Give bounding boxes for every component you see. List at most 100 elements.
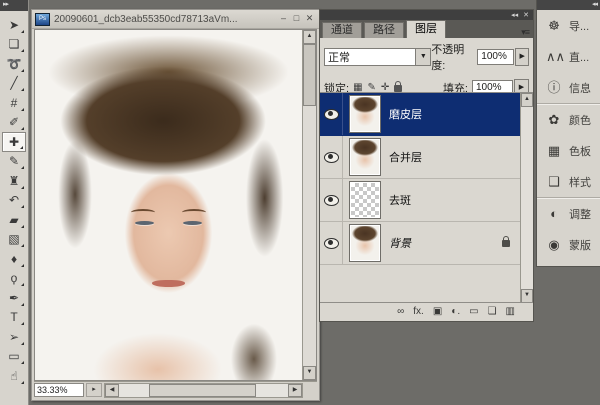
dock-label: 直... xyxy=(569,49,589,65)
panel-tab[interactable]: 路径 xyxy=(364,22,404,38)
scroll-right-button[interactable]: ▶ xyxy=(288,384,302,397)
document-window: Ps 20090601_dcb3eab55350cd78713aVm... – … xyxy=(31,9,320,401)
history-brush-tool[interactable]: ↶ xyxy=(2,191,26,211)
vertical-scroll-track[interactable] xyxy=(303,44,316,366)
info-panel[interactable]: ⓘ 信息 xyxy=(537,72,600,103)
blend-mode-select[interactable]: 正常 ▼ xyxy=(324,48,431,66)
masks-icon: ◉ xyxy=(546,238,562,251)
layer-row[interactable]: 磨皮层 xyxy=(320,93,520,136)
visibility-toggle[interactable] xyxy=(320,222,343,264)
document-body: ▲ ▼ xyxy=(34,29,317,381)
horizontal-scroll-thumb[interactable] xyxy=(149,384,256,397)
pen-tool[interactable]: ✒ xyxy=(2,288,26,308)
document-titlebar[interactable]: Ps 20090601_dcb3eab55350cd78713aVm... – … xyxy=(32,10,319,29)
tool-icon: ▭ xyxy=(8,350,19,362)
tool-icon: ➢ xyxy=(9,331,19,343)
collapse-arrows-icon[interactable]: ◂◂ xyxy=(511,12,518,19)
layer-scroll-track[interactable] xyxy=(521,107,533,289)
move-tool[interactable]: ➤ xyxy=(2,15,26,35)
dodge-tool[interactable]: ϙ xyxy=(2,269,26,289)
crop-tool[interactable]: # xyxy=(2,93,26,113)
opacity-field[interactable]: 100% xyxy=(477,49,514,65)
eyedropper-tool[interactable]: ✐ xyxy=(2,113,26,133)
panel-tab[interactable]: 通道 xyxy=(322,22,362,38)
panel-dock: ◂◂ ☸ 导... ∧∧ 直... ⓘ 信息 ✿ xyxy=(536,0,600,267)
styles-panel[interactable]: ❑ 样式 xyxy=(537,166,600,197)
close-button[interactable]: ✕ xyxy=(303,13,316,25)
healing-brush-tool[interactable]: ✚ xyxy=(2,132,26,152)
new-group-icon[interactable]: ▭ xyxy=(469,307,478,317)
zoom-level-field[interactable]: 33.33% xyxy=(34,383,84,397)
layer-style-icon[interactable]: fx. xyxy=(413,307,424,317)
navigator-panel[interactable]: ☸ 导... xyxy=(537,10,600,41)
layer-thumbnail[interactable] xyxy=(349,138,381,176)
maximize-button[interactable]: □ xyxy=(290,13,303,25)
document-title: 20090601_dcb3eab55350cd78713aVm... xyxy=(54,14,277,25)
path-selection-tool[interactable]: ➢ xyxy=(2,327,26,347)
toolbox: ▸▸ ➤ ❏ ➰ ╱ # xyxy=(0,0,29,405)
horizontal-scroll-track[interactable] xyxy=(119,384,288,397)
link-layers-icon[interactable]: ∞ xyxy=(397,307,404,317)
dock-label: 颜色 xyxy=(569,112,591,128)
new-layer-icon[interactable]: ❏ xyxy=(488,307,497,317)
scroll-up-button[interactable]: ▲ xyxy=(303,30,316,44)
layer-list-scrollbar[interactable]: ▲ ▼ xyxy=(520,93,533,303)
lock-all-icon[interactable] xyxy=(394,85,402,92)
delete-layer-icon[interactable]: ▥ xyxy=(506,307,515,317)
minimize-button[interactable]: – xyxy=(277,13,290,25)
eye-icon xyxy=(324,238,339,249)
histogram-panel[interactable]: ∧∧ 直... xyxy=(537,41,600,72)
horizontal-scrollbar[interactable]: ◀ ▶ xyxy=(104,383,303,398)
blur-tool[interactable]: ♦ xyxy=(2,249,26,269)
swatches-icon: ▦ xyxy=(546,144,562,157)
shape-tool[interactable]: ▭ xyxy=(2,347,26,367)
tool-icon: ♜ xyxy=(9,175,20,187)
scroll-left-button[interactable]: ◀ xyxy=(105,384,119,397)
slice-tool[interactable]: ╱ xyxy=(2,74,26,94)
layer-row[interactable]: 背景 xyxy=(320,222,520,265)
layer-name: 去斑 xyxy=(389,192,411,208)
gradient-tool[interactable]: ▧ xyxy=(2,230,26,250)
scroll-down-button[interactable]: ▼ xyxy=(521,289,533,303)
panel-grab-bar[interactable]: ◂◂ ✕ xyxy=(320,10,533,20)
adjustments-panel[interactable]: ◐ 调整 xyxy=(537,197,600,229)
color-panel[interactable]: ✿ 颜色 xyxy=(537,103,600,135)
masks-panel[interactable]: ◉ 蒙版 xyxy=(537,229,600,260)
panel-tab[interactable]: 图层 xyxy=(406,20,446,38)
scroll-up-button[interactable]: ▲ xyxy=(521,93,533,107)
tool-icon: ♦ xyxy=(11,253,17,265)
visibility-toggle[interactable] xyxy=(320,179,343,221)
canvas-area[interactable] xyxy=(35,30,302,380)
layer-thumbnail[interactable] xyxy=(349,95,381,133)
visibility-toggle[interactable] xyxy=(320,136,343,178)
swatches-panel[interactable]: ▦ 色板 xyxy=(537,135,600,166)
adjustment-layer-icon[interactable]: ◐. xyxy=(451,307,460,317)
layer-row[interactable]: 去斑 xyxy=(320,179,520,222)
dock-label: 样式 xyxy=(569,174,591,190)
hand-tool[interactable]: ☝ xyxy=(2,366,26,386)
clone-stamp-tool[interactable]: ♜ xyxy=(2,171,26,191)
lasso-tool[interactable]: ➰ xyxy=(2,54,26,74)
toolbox-collapse-bar[interactable]: ▸▸ xyxy=(0,0,28,11)
dock-label: 导... xyxy=(569,18,589,34)
brush-tool[interactable]: ✎ xyxy=(2,152,26,172)
layer-row[interactable]: 合并层 xyxy=(320,136,520,179)
layer-thumbnail[interactable] xyxy=(349,181,381,219)
vertical-scrollbar[interactable]: ▲ ▼ xyxy=(302,30,316,380)
tool-icon: ✎ xyxy=(9,155,19,167)
rectangular-marquee-tool[interactable]: ❏ xyxy=(2,35,26,55)
visibility-toggle[interactable] xyxy=(320,93,343,135)
dock-collapse-bar[interactable]: ◂◂ xyxy=(537,0,600,10)
close-icon[interactable]: ✕ xyxy=(523,12,529,19)
layer-thumbnail[interactable] xyxy=(349,224,381,262)
eraser-tool[interactable]: ▰ xyxy=(2,210,26,230)
vertical-scroll-thumb[interactable] xyxy=(303,44,316,106)
dock-label: 蒙版 xyxy=(569,237,591,253)
chevron-down-icon[interactable]: ▼ xyxy=(415,49,430,65)
scroll-down-button[interactable]: ▼ xyxy=(303,366,316,380)
status-flag-icon[interactable]: ▸ xyxy=(86,383,102,397)
tool-icon: ↶ xyxy=(9,194,19,206)
tool-icon: ➰ xyxy=(7,58,22,70)
layer-mask-icon[interactable]: ▣ xyxy=(433,307,442,317)
type-tool[interactable]: T xyxy=(2,308,26,328)
